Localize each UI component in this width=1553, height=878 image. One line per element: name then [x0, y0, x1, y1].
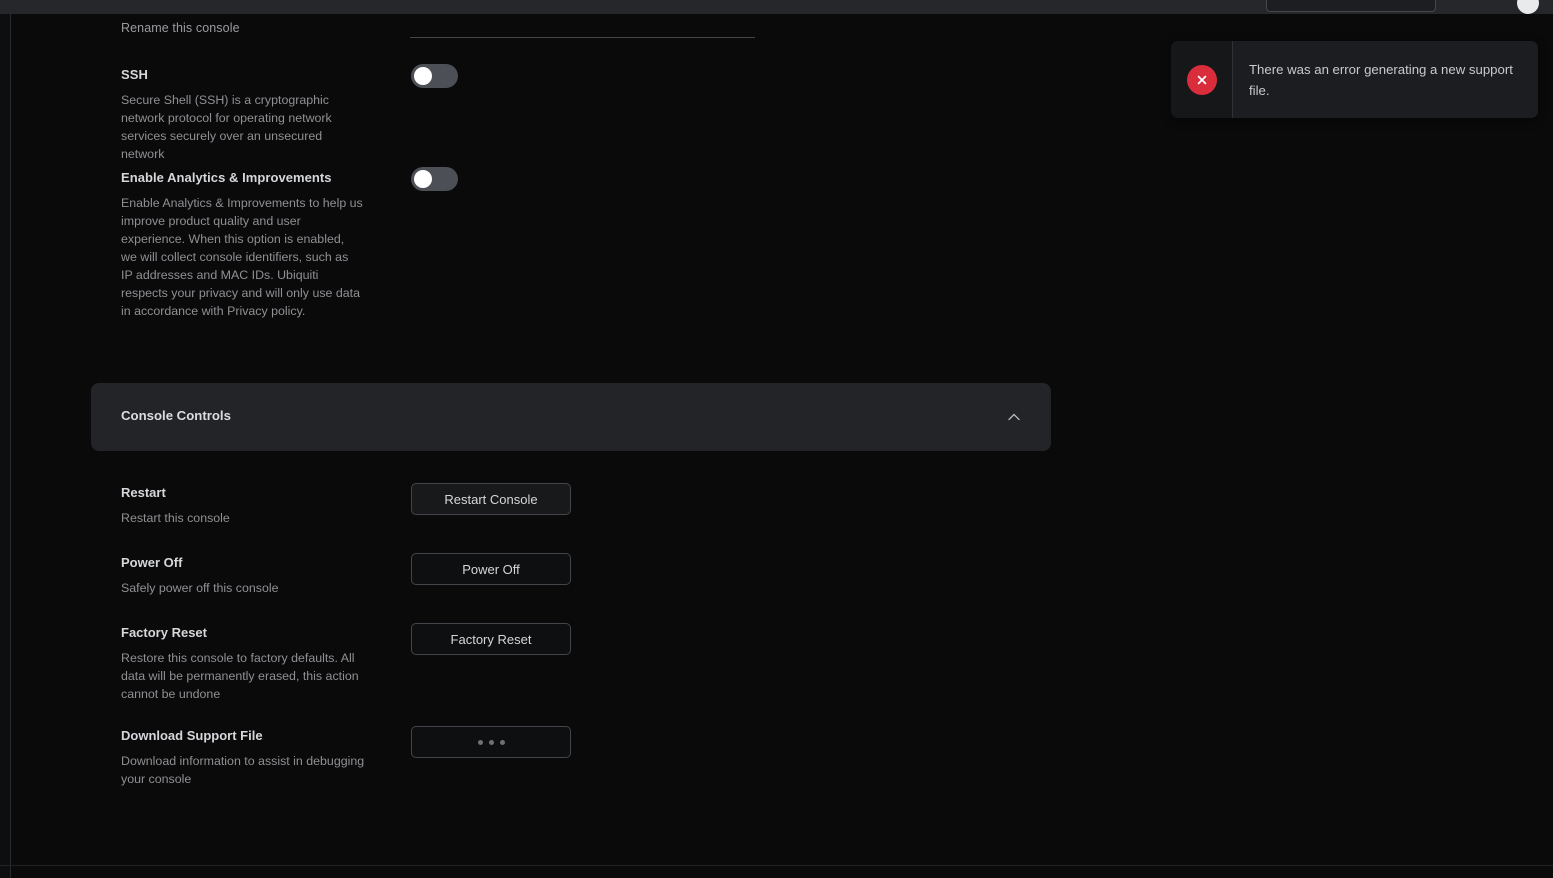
toast-message: There was an error generating a new supp… — [1249, 61, 1513, 98]
analytics-toggle-knob — [414, 170, 432, 188]
analytics-toggle[interactable] — [411, 167, 458, 191]
console-name-input[interactable] — [410, 14, 755, 38]
avatar[interactable] — [1517, 0, 1539, 14]
power-off-title: Power Off — [121, 555, 183, 570]
ssh-description: Secure Shell (SSH) is a cryptographic ne… — [121, 93, 332, 161]
row-power-off: Power Off Safely power off this console — [121, 554, 366, 597]
loading-dots-icon — [477, 739, 505, 745]
top-bar — [0, 0, 1553, 14]
power-off-button-label: Power Off — [462, 561, 520, 577]
restart-description: Restart this console — [121, 511, 230, 525]
error-x-icon — [1186, 64, 1217, 95]
analytics-description: Enable Analytics & Improvements to help … — [121, 196, 363, 318]
ssh-toggle-knob — [414, 67, 432, 85]
error-toast[interactable]: There was an error generating a new supp… — [1171, 41, 1538, 118]
global-search[interactable] — [1266, 0, 1436, 12]
restart-title: Restart — [121, 485, 166, 500]
restart-console-button[interactable]: Restart Console — [411, 483, 571, 515]
download-support-file-button[interactable] — [411, 726, 571, 758]
download-support-file-description: Download information to assist in debugg… — [121, 754, 365, 786]
analytics-title: Enable Analytics & Improvements — [121, 170, 332, 185]
power-off-description: Safely power off this console — [121, 581, 279, 595]
factory-reset-title: Factory Reset — [121, 625, 207, 640]
search-input[interactable] — [1267, 0, 1435, 11]
settings-content: Rename this console SSH Secure Shell (SS… — [11, 14, 1553, 865]
ssh-toggle[interactable] — [411, 64, 458, 88]
setting-analytics: Enable Analytics & Improvements Enable A… — [121, 169, 363, 320]
row-factory-reset: Factory Reset Restore this console to fa… — [121, 624, 366, 703]
bottom-divider — [0, 865, 1553, 866]
section-title: Console Controls — [121, 408, 231, 423]
ssh-title: SSH — [121, 67, 148, 82]
setting-ssh: SSH Secure Shell (SSH) is a cryptographi… — [121, 66, 363, 163]
row-restart: Restart Restart this console — [121, 484, 366, 527]
download-support-file-title: Download Support File — [121, 728, 263, 743]
factory-reset-button[interactable]: Factory Reset — [411, 623, 571, 655]
power-off-button[interactable]: Power Off — [411, 553, 571, 585]
restart-console-button-label: Restart Console — [444, 491, 538, 507]
toast-icon-column — [1171, 41, 1233, 118]
left-nav-rail[interactable] — [0, 14, 10, 878]
row-download-support-file: Download Support File Download informati… — [121, 727, 366, 788]
section-console-controls-header[interactable]: Console Controls — [91, 383, 1051, 451]
chevron-up-icon[interactable] — [1006, 409, 1022, 425]
factory-reset-description: Restore this console to factory defaults… — [121, 651, 359, 701]
app-window: Rename this console SSH Secure Shell (SS… — [0, 0, 1553, 878]
rename-description: Rename this console — [121, 21, 240, 35]
factory-reset-button-label: Factory Reset — [450, 631, 532, 647]
